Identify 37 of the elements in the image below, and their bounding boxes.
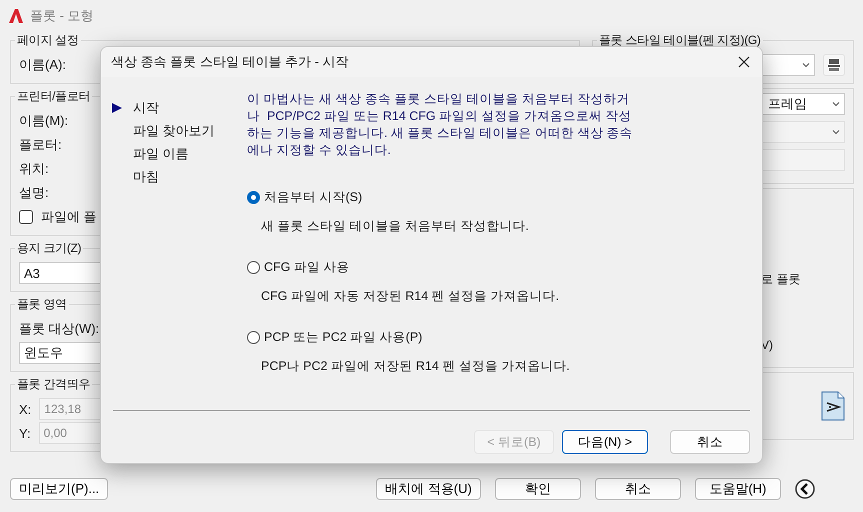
group-title: 플롯 영역 <box>16 296 68 313</box>
group-title: 페이지 설정 <box>16 32 80 49</box>
field-label: 플로터: <box>19 136 62 154</box>
radio-option[interactable]: PCP 또는 PC2 파일 사용(P) <box>247 329 762 346</box>
footer-button[interactable]: 도움말(H) <box>694 478 781 500</box>
group-title: 플롯 스타일 테이블(펜 지정)(G) <box>598 32 762 49</box>
radio-option[interactable]: 처음부터 시작(S) <box>247 189 762 206</box>
dialog-title: 색상 종속 플롯 스타일 테이블 추가 - 시작 <box>111 53 349 71</box>
field-label: X: <box>19 402 32 416</box>
footer-button[interactable]: 취소 <box>594 478 681 500</box>
field-label: 이름(A): <box>19 56 66 74</box>
option-description: 새 플롯 스타일 테이블을 처음부터 작성합니다. <box>261 218 530 235</box>
dialog-button[interactable]: 다음(N) > <box>562 430 648 454</box>
field-label: 설명: <box>19 184 49 202</box>
checkbox-label: 파일에 플 <box>41 208 97 226</box>
option-label: 로 플롯 <box>761 271 800 288</box>
preview-button[interactable]: 미리보기(P)... <box>10 478 108 500</box>
dialog-button[interactable]: 취소 <box>670 430 750 454</box>
footer-button[interactable]: 배치에 적용(U) <box>376 478 481 500</box>
dropdown-value: 프레임 <box>768 95 807 113</box>
wizard-step: 파일 찾아보기 <box>133 122 215 140</box>
option-description: PCP나 PC2 파일에 저장된 R14 펜 설정을 가져옵니다. <box>261 358 571 375</box>
group-title: 프린터/플로터 <box>16 88 92 105</box>
group-title: 플롯 간격띄우 <box>16 376 92 393</box>
intro-text: 이 마법사는 새 색상 종속 플롯 스타일 테이블을 처음부터 작성하거 나 PCP/PC2 파일 또는 R14 CFG 파일의 설정을 가져옴으로써 작성 하는 기능을 제공합니다. 새 플롯 스타일 테이블은 어떠한 색상 종속 에나 지정할 수 있습니다. <box>247 91 634 159</box>
field-label: 이름(M): <box>19 112 68 130</box>
radio-option[interactable]: CFG 파일 사용 <box>247 259 762 276</box>
field-label: Y: <box>19 426 31 440</box>
option-description: CFG 파일에 자동 저장된 R14 펜 설정을 가져옵니다. <box>261 288 560 305</box>
window-title: 플롯 - 모형 <box>30 7 95 25</box>
field-label: 위치: <box>19 160 49 178</box>
group-title: 용지 크기(Z) <box>16 240 82 257</box>
field-label: 플롯 대상(W): <box>19 320 100 338</box>
wizard-step: 마침 <box>133 168 159 186</box>
wizard-step: 시작 <box>133 99 159 117</box>
footer-button[interactable]: 확인 <box>494 478 581 500</box>
wizard-step: 파일 이름 <box>133 145 189 163</box>
